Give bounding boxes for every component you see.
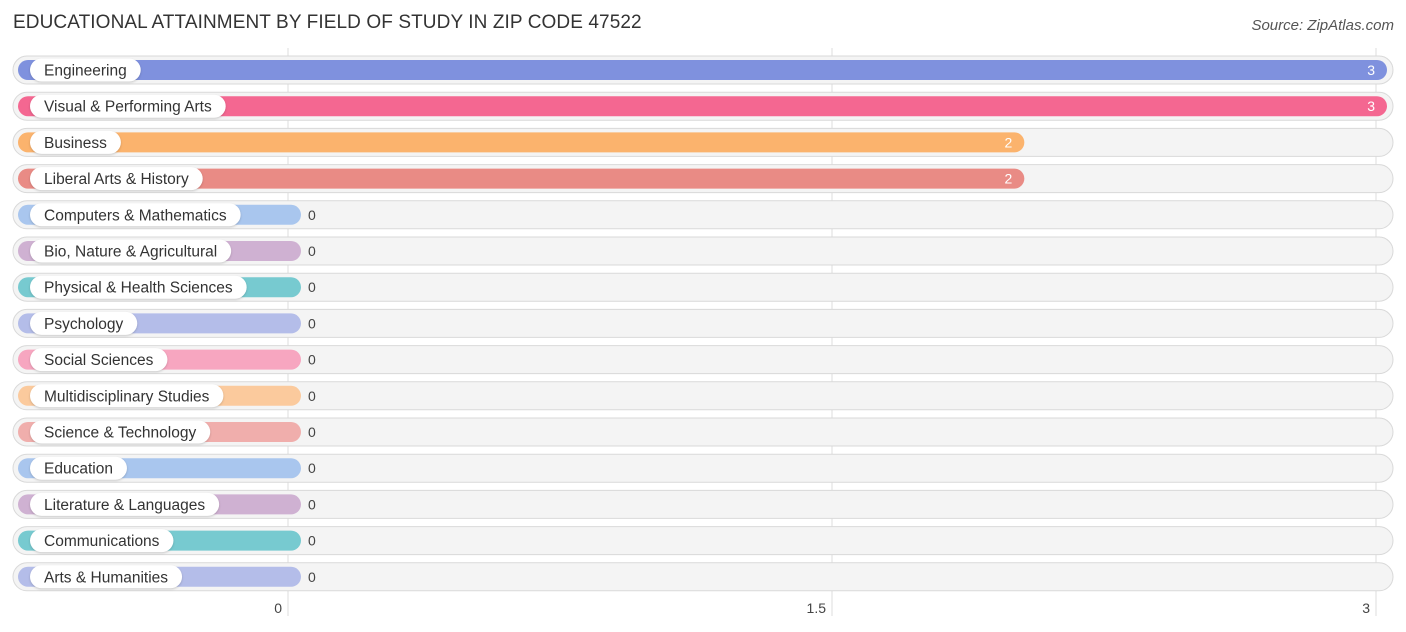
value-label: 3 (1367, 62, 1375, 78)
bar-row: Liberal Arts & History 2 (12, 164, 1394, 194)
bar-row: Literature & Languages 0 (12, 489, 1394, 519)
bar (18, 60, 1387, 80)
bar-row: Education 0 (12, 453, 1394, 483)
value-label: 0 (308, 388, 316, 404)
bar (18, 132, 1025, 153)
value-label: 0 (308, 460, 316, 476)
category-label: Bio, Nature & Agricultural (44, 244, 217, 261)
bar-row: Engineering 3 (12, 55, 1394, 85)
category-label: Physical & Health Sciences (44, 280, 233, 297)
category-label: Computers & Mathematics (44, 207, 227, 224)
bar-row: Bio, Nature & Agricultural 0 (12, 236, 1394, 266)
category-label: Psychology (44, 316, 124, 333)
category-label: Communications (44, 533, 160, 550)
bar-row: Visual & Performing Arts 3 (12, 91, 1394, 121)
value-label: 0 (308, 315, 316, 331)
value-label: 0 (308, 533, 316, 549)
category-label: Multidisciplinary Studies (44, 388, 210, 405)
x-axis-ticks: 0 1.5 3 (274, 600, 1370, 616)
category-label: Visual & Performing Arts (44, 99, 212, 116)
value-label: 0 (308, 207, 316, 223)
category-label: Arts & Humanities (44, 569, 168, 586)
category-label: Engineering (44, 63, 127, 80)
bar-row: Communications 0 (12, 526, 1394, 556)
value-label: 0 (308, 424, 316, 440)
category-label: Education (44, 461, 113, 478)
value-label: 3 (1367, 98, 1375, 114)
value-label: 0 (308, 569, 316, 585)
bar-row: Computers & Mathematics 0 (12, 200, 1394, 230)
x-tick-label: 1.5 (807, 600, 827, 616)
value-label: 2 (1005, 171, 1013, 187)
bar-row: Multidisciplinary Studies 0 (12, 381, 1394, 411)
x-tick-label: 3 (1362, 600, 1370, 616)
category-label: Social Sciences (44, 352, 154, 369)
value-label: 0 (308, 279, 316, 295)
bar-row: Arts & Humanities 0 (12, 562, 1394, 592)
value-label: 0 (308, 352, 316, 368)
category-label: Liberal Arts & History (44, 171, 189, 188)
bar-chart: Engineering 3 Visual & Performing Arts 3 Bus… (12, 48, 1394, 616)
value-label: 0 (308, 243, 316, 259)
category-label: Business (44, 135, 107, 152)
bar-row: Social Sciences 0 (12, 345, 1394, 375)
value-label: 2 (1005, 134, 1013, 150)
bar-row: Physical & Health Sciences 0 (12, 272, 1394, 302)
bar-rows: Engineering 3 Visual & Performing Arts 3 Bus… (12, 55, 1394, 592)
bar-row: Business 2 (12, 127, 1394, 157)
category-label: Literature & Languages (44, 497, 205, 514)
category-label: Science & Technology (44, 425, 196, 442)
bar-row: Psychology 0 (12, 308, 1394, 338)
bar-row: Science & Technology 0 (12, 417, 1394, 447)
value-label: 0 (308, 496, 316, 512)
x-tick-label: 0 (274, 600, 282, 616)
